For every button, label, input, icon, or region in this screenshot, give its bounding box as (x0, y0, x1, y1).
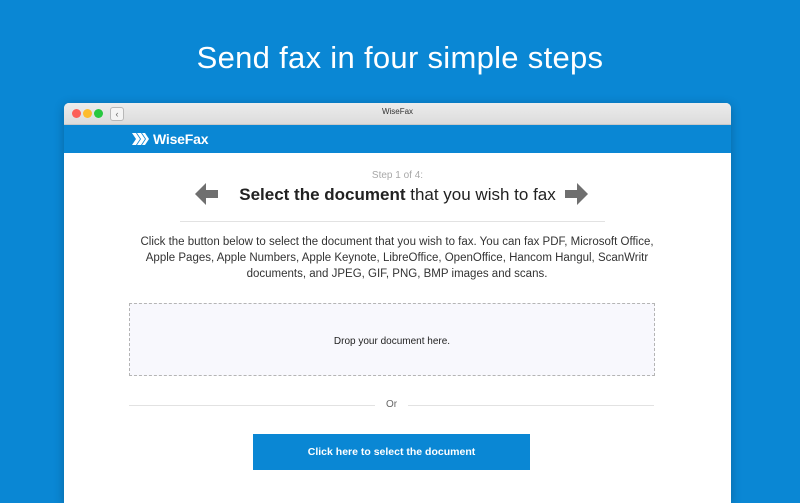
step-indicator: Step 1 of 4: (371, 170, 424, 181)
select-document-button[interactable]: Click here to select the document (253, 434, 530, 470)
document-drop-zone[interactable]: Drop your document here. (129, 303, 655, 376)
title-divider (180, 221, 605, 222)
step-title-rest: that you wish to fax (405, 185, 556, 204)
headline: Send fax in four simple steps (196, 40, 604, 75)
window-title: WiseFax (381, 107, 414, 116)
or-divider-right (408, 405, 654, 406)
app-logo: WiseFax (132, 131, 208, 147)
app-window: ‹ WiseFax WiseFax Step 1 of 4: Select th… (64, 103, 731, 503)
step-title-bold: Select the document (239, 185, 406, 204)
instructions-text: Click the button below to select the doc… (140, 236, 654, 280)
arrow-right-icon[interactable] (564, 183, 588, 205)
wisefax-chevrons-icon (132, 133, 149, 145)
logo-text: WiseFax (153, 131, 209, 147)
drop-zone-label: Drop your document here. (333, 336, 451, 347)
title-bar: ‹ WiseFax (64, 103, 731, 125)
main-content: Step 1 of 4: Select the document that yo… (64, 153, 731, 503)
app-header: WiseFax (64, 125, 731, 153)
step-title: Select the document that you wish to fax (64, 185, 731, 205)
